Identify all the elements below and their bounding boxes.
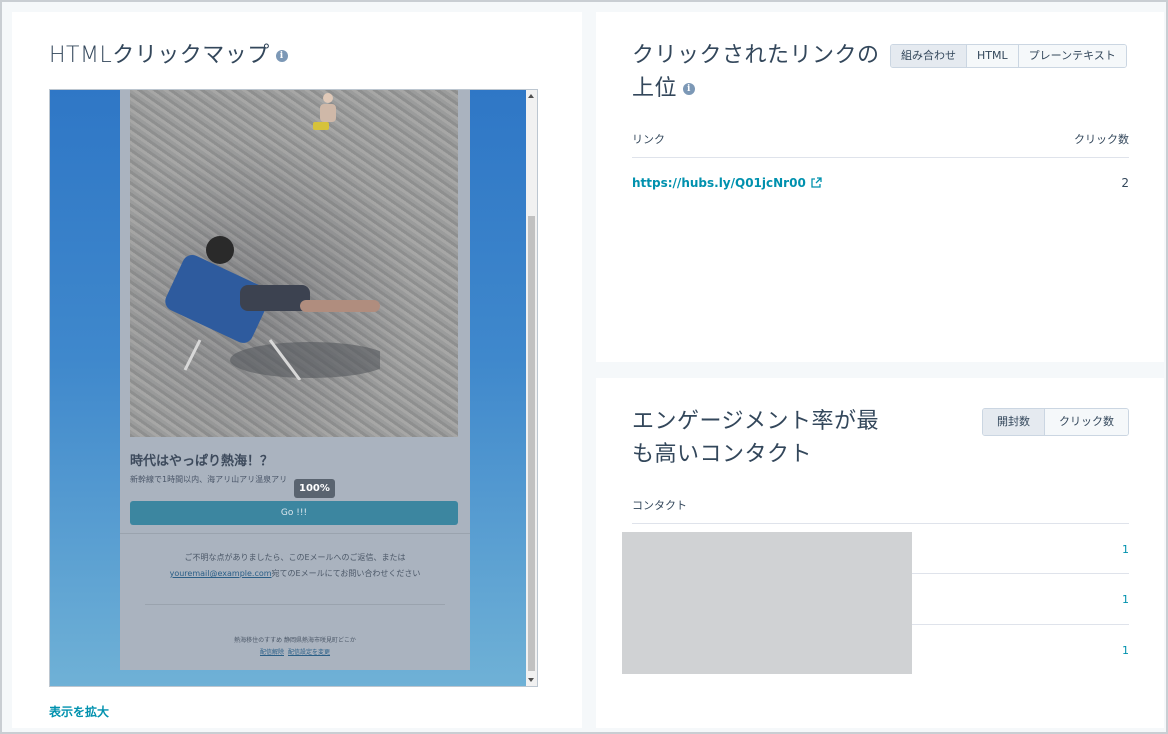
person-in-chair-image (165, 236, 380, 380)
top-contacts-title: エンゲージメント率が最 も高いコンタクト (632, 409, 880, 467)
email-preview[interactable]: 時代はやっぱり熱海！？ 新幹線で1時間以内、海アリ山アリ温泉アリ Go !!! … (49, 89, 538, 687)
header-divider (632, 157, 1129, 158)
contact-row-count[interactable]: 1 (1122, 644, 1129, 657)
scroll-up-icon[interactable] (528, 94, 534, 98)
preferences-link[interactable]: 配信設定を変更 (288, 649, 330, 656)
info-icon[interactable]: i (683, 83, 696, 95)
link-row-clicks: 2 (1121, 176, 1129, 190)
redacted-contact-names (622, 532, 912, 674)
scroll-down-icon[interactable] (528, 678, 534, 682)
child-figure-image (313, 93, 336, 130)
heatmap-card: HTMLクリックマップ i 時代はやっぱり熱海！？ 新幹線で1時間以内、海アリ山… (12, 12, 582, 728)
external-link-icon[interactable] (810, 177, 822, 189)
top-links-title: クリックされたリンクの 上位 i (632, 43, 880, 101)
email-subtext: 新幹線で1時間以内、海アリ山アリ温泉アリ (130, 475, 288, 484)
footer-links: 配信解除 配信設定を変更 (120, 647, 470, 656)
footer-address: 熱海移住のすすめ 静岡県熱海市咲見町どこか (234, 637, 356, 644)
divider (145, 604, 445, 605)
preview-scrollbar[interactable] (526, 90, 537, 686)
tab-opens[interactable]: 開封数 (983, 409, 1044, 435)
tab-combined[interactable]: 組み合わせ (891, 45, 966, 67)
contact-row-count[interactable]: 1 (1122, 543, 1129, 556)
tab-plain-text[interactable]: プレーンテキスト (1017, 45, 1126, 67)
contact-email-link[interactable]: youremail@example.com (170, 569, 272, 578)
click-percent-badge: 100% (294, 479, 335, 498)
email-heading: 時代はやっぱり熱海！？ (130, 454, 274, 469)
tab-clicks[interactable]: クリック数 (1044, 409, 1128, 435)
expand-view-link[interactable]: 表示を拡大 (49, 703, 109, 720)
email-body: 時代はやっぱり熱海！？ 新幹線で1時間以内、海アリ山アリ温泉アリ Go !!! … (120, 90, 470, 670)
link-type-toggle: 組み合わせ HTML プレーンテキスト (890, 44, 1127, 68)
scroll-thumb[interactable] (528, 216, 535, 671)
link-row-url[interactable]: https://hubs.ly/Q01jcNr00 (632, 176, 822, 190)
beach-photo (130, 90, 458, 437)
heatmap-title: HTMLクリックマップ i (49, 39, 288, 72)
unsubscribe-link[interactable]: 配信解除 (260, 649, 284, 656)
contact-row-count[interactable]: 1 (1122, 593, 1129, 606)
column-header-clicks[interactable]: クリック数 (1074, 131, 1129, 147)
column-header-contact[interactable]: コンタクト (632, 497, 687, 513)
top-contacts-card: エンゲージメント率が最 も高いコンタクト 開封数 クリック数 コンタクト 1 1… (596, 378, 1164, 728)
divider (120, 533, 470, 534)
contact-metric-toggle: 開封数 クリック数 (982, 408, 1129, 436)
top-links-card: クリックされたリンクの 上位 i 組み合わせ HTML プレーンテキスト リンク … (596, 12, 1164, 362)
header-divider (632, 523, 1129, 524)
contact-text: ご不明な点がありましたら、このEメールへのご返信、または (184, 553, 406, 562)
column-header-link[interactable]: リンク (632, 131, 665, 147)
go-button[interactable]: Go !!! (130, 501, 458, 525)
contact-text-email: youremail@example.com宛てのEメールにてお問い合わせください (169, 569, 421, 578)
tab-html[interactable]: HTML (966, 45, 1018, 67)
info-icon[interactable]: i (275, 50, 288, 62)
